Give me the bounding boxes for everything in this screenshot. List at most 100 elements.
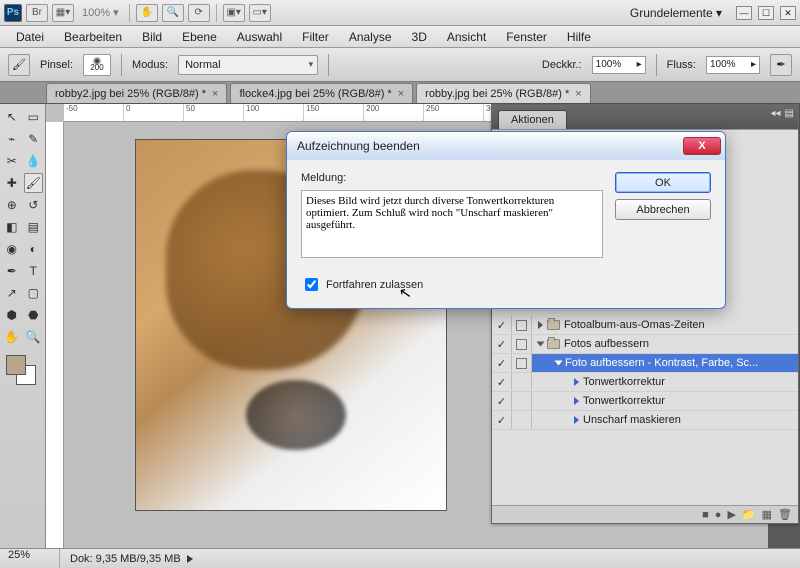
doc-tab[interactable]: robby2.jpg bei 25% (RGB/8#) *× (46, 83, 227, 103)
brush-tool-icon[interactable]: 🖌 (24, 173, 44, 193)
zoom-tool-icon[interactable]: 🔍 (24, 327, 44, 347)
checkbox-label: Fortfahren zulassen (326, 279, 423, 291)
action-label: Unscharf maskieren (583, 414, 681, 426)
status-zoom[interactable]: 25% (0, 549, 60, 568)
ok-button[interactable]: OK (615, 172, 711, 193)
eyedropper-tool-icon[interactable]: 💧 (24, 151, 44, 171)
dialog-toggle[interactable] (512, 354, 532, 372)
action-row[interactable]: ✓ Tonwertkorrektur (492, 392, 798, 411)
quickselect-tool-icon[interactable]: ✎ (24, 129, 44, 149)
close-button[interactable]: ✕ (780, 6, 796, 20)
current-tool-icon[interactable]: 🖌 (8, 54, 30, 76)
eraser-tool-icon[interactable]: ◧ (2, 217, 22, 237)
action-label: Tonwertkorrektur (583, 395, 665, 407)
toggle-check[interactable]: ✓ (492, 411, 512, 429)
pen-tool-icon[interactable]: ✒ (2, 261, 22, 281)
hand-icon[interactable]: ✋ (136, 4, 158, 22)
menu-ebene[interactable]: Ebene (172, 27, 227, 47)
hand-tool-icon[interactable]: ✋ (2, 327, 22, 347)
new-set-icon[interactable]: 📁 (742, 508, 756, 521)
dialog-close-button[interactable]: X (683, 137, 721, 155)
menu-hilfe[interactable]: Hilfe (557, 27, 601, 47)
flow-input[interactable]: 100%▸ (706, 56, 760, 74)
allow-continue-checkbox[interactable]: Fortfahren zulassen (301, 275, 603, 294)
shape-tool-icon[interactable]: ▢ (24, 283, 44, 303)
stop-recording-dialog: Aufzeichnung beenden X Meldung: Fortfahr… (286, 131, 726, 309)
play-icon[interactable]: ▶ (727, 508, 735, 521)
screenmode-icon[interactable]: ▭▾ (249, 4, 271, 22)
doc-tab[interactable]: flocke4.jpg bei 25% (RGB/8#) *× (230, 83, 413, 103)
menu-ansicht[interactable]: Ansicht (437, 27, 496, 47)
menu-datei[interactable]: Datei (6, 27, 54, 47)
blend-mode-dropdown[interactable]: Normal (178, 55, 318, 75)
marquee-tool-icon[interactable]: ▭ (24, 107, 44, 127)
menu-bild[interactable]: Bild (132, 27, 172, 47)
airbrush-icon[interactable]: ✒ (770, 54, 792, 76)
stamp-tool-icon[interactable]: ⊕ (2, 195, 22, 215)
collapse-icon[interactable]: ◂◂ (771, 108, 781, 119)
dialog-toggle[interactable] (512, 411, 532, 429)
lasso-tool-icon[interactable]: ⌁ (2, 129, 22, 149)
dialog-toggle[interactable] (512, 392, 532, 410)
toolbox: ↖ ▭ ⌁ ✎ ✂ 💧 ✚ 🖌 ⊕ ↺ ◧ ▤ ◉ ◐ ✒ T ↗ ▢ ⬢ ⬣ … (0, 104, 46, 548)
action-row[interactable]: ✓Foto aufbessern - Kontrast, Farbe, Sc..… (492, 354, 798, 373)
trash-icon[interactable]: 🗑 (778, 508, 792, 521)
dialog-toggle[interactable] (512, 335, 532, 353)
checkbox-input[interactable] (305, 278, 318, 291)
toggle-check[interactable]: ✓ (492, 392, 512, 410)
record-icon[interactable]: ● (715, 509, 722, 521)
viewmode-button[interactable]: ▦▾ (52, 4, 74, 22)
opacity-input[interactable]: 100%▸ (592, 56, 646, 74)
dialog-toggle[interactable] (512, 316, 532, 334)
action-row[interactable]: ✓Tonwertkorrektur (492, 373, 798, 392)
new-action-icon[interactable]: ▦ (762, 508, 772, 521)
dialog-toggle[interactable] (512, 373, 532, 391)
stop-icon[interactable]: ■ (702, 509, 709, 521)
blur-tool-icon[interactable]: ◉ (2, 239, 22, 259)
menu-bearbeiten[interactable]: Bearbeiten (54, 27, 132, 47)
healing-tool-icon[interactable]: ✚ (2, 173, 22, 193)
toggle-check[interactable]: ✓ (492, 316, 512, 334)
crop-tool-icon[interactable]: ✂ (2, 151, 22, 171)
action-row[interactable]: ✓ Unscharf maskieren (492, 411, 798, 430)
history-brush-icon[interactable]: ↺ (24, 195, 44, 215)
message-textarea[interactable] (301, 190, 603, 258)
photoshop-icon[interactable]: Ps (4, 4, 22, 22)
brush-preset-picker[interactable]: 200 (83, 54, 111, 76)
close-icon[interactable]: × (398, 88, 404, 100)
mode-label: Modus: (132, 59, 168, 71)
actions-tab[interactable]: Aktionen (498, 110, 567, 129)
close-icon[interactable]: × (212, 88, 218, 100)
dodge-tool-icon[interactable]: ◐ (24, 239, 44, 259)
zoom-level-dropdown[interactable]: 100% ▾ (78, 6, 123, 19)
menu-fenster[interactable]: Fenster (496, 27, 557, 47)
move-tool-icon[interactable]: ↖ (2, 107, 22, 127)
arrange-icon[interactable]: ▣▾ (223, 4, 245, 22)
bridge-button[interactable]: Br (26, 4, 48, 22)
cancel-button[interactable]: Abbrechen (615, 199, 711, 220)
toggle-check[interactable]: ✓ (492, 373, 512, 391)
toggle-check[interactable]: ✓ (492, 354, 512, 372)
menu-auswahl[interactable]: Auswahl (227, 27, 292, 47)
doc-tab-active[interactable]: robby.jpg bei 25% (RGB/8#) *× (416, 83, 591, 103)
close-icon[interactable]: × (575, 88, 581, 100)
gradient-tool-icon[interactable]: ▤ (24, 217, 44, 237)
camera-tool-icon[interactable]: ⬣ (24, 305, 44, 325)
toggle-check[interactable]: ✓ (492, 335, 512, 353)
zoom-icon[interactable]: 🔍 (162, 4, 184, 22)
menu-analyse[interactable]: Analyse (339, 27, 402, 47)
type-tool-icon[interactable]: T (24, 261, 44, 281)
menu-3d[interactable]: 3D (402, 27, 437, 47)
3d-tool-icon[interactable]: ⬢ (2, 305, 22, 325)
action-row[interactable]: ✓Fotos aufbessern (492, 335, 798, 354)
status-menu-icon[interactable] (187, 555, 193, 563)
action-row[interactable]: ✓Fotoalbum-aus-Omas-Zeiten (492, 316, 798, 335)
path-tool-icon[interactable]: ↗ (2, 283, 22, 303)
rotate-icon[interactable]: ⟳ (188, 4, 210, 22)
workspace-switcher[interactable]: Grundelemente ▾ (622, 3, 730, 23)
color-swatch[interactable] (2, 353, 43, 385)
menu-filter[interactable]: Filter (292, 27, 339, 47)
minimize-button[interactable]: — (736, 6, 752, 20)
panel-menu-icon[interactable]: ▤ (785, 108, 794, 119)
maximize-button[interactable]: ☐ (758, 6, 774, 20)
